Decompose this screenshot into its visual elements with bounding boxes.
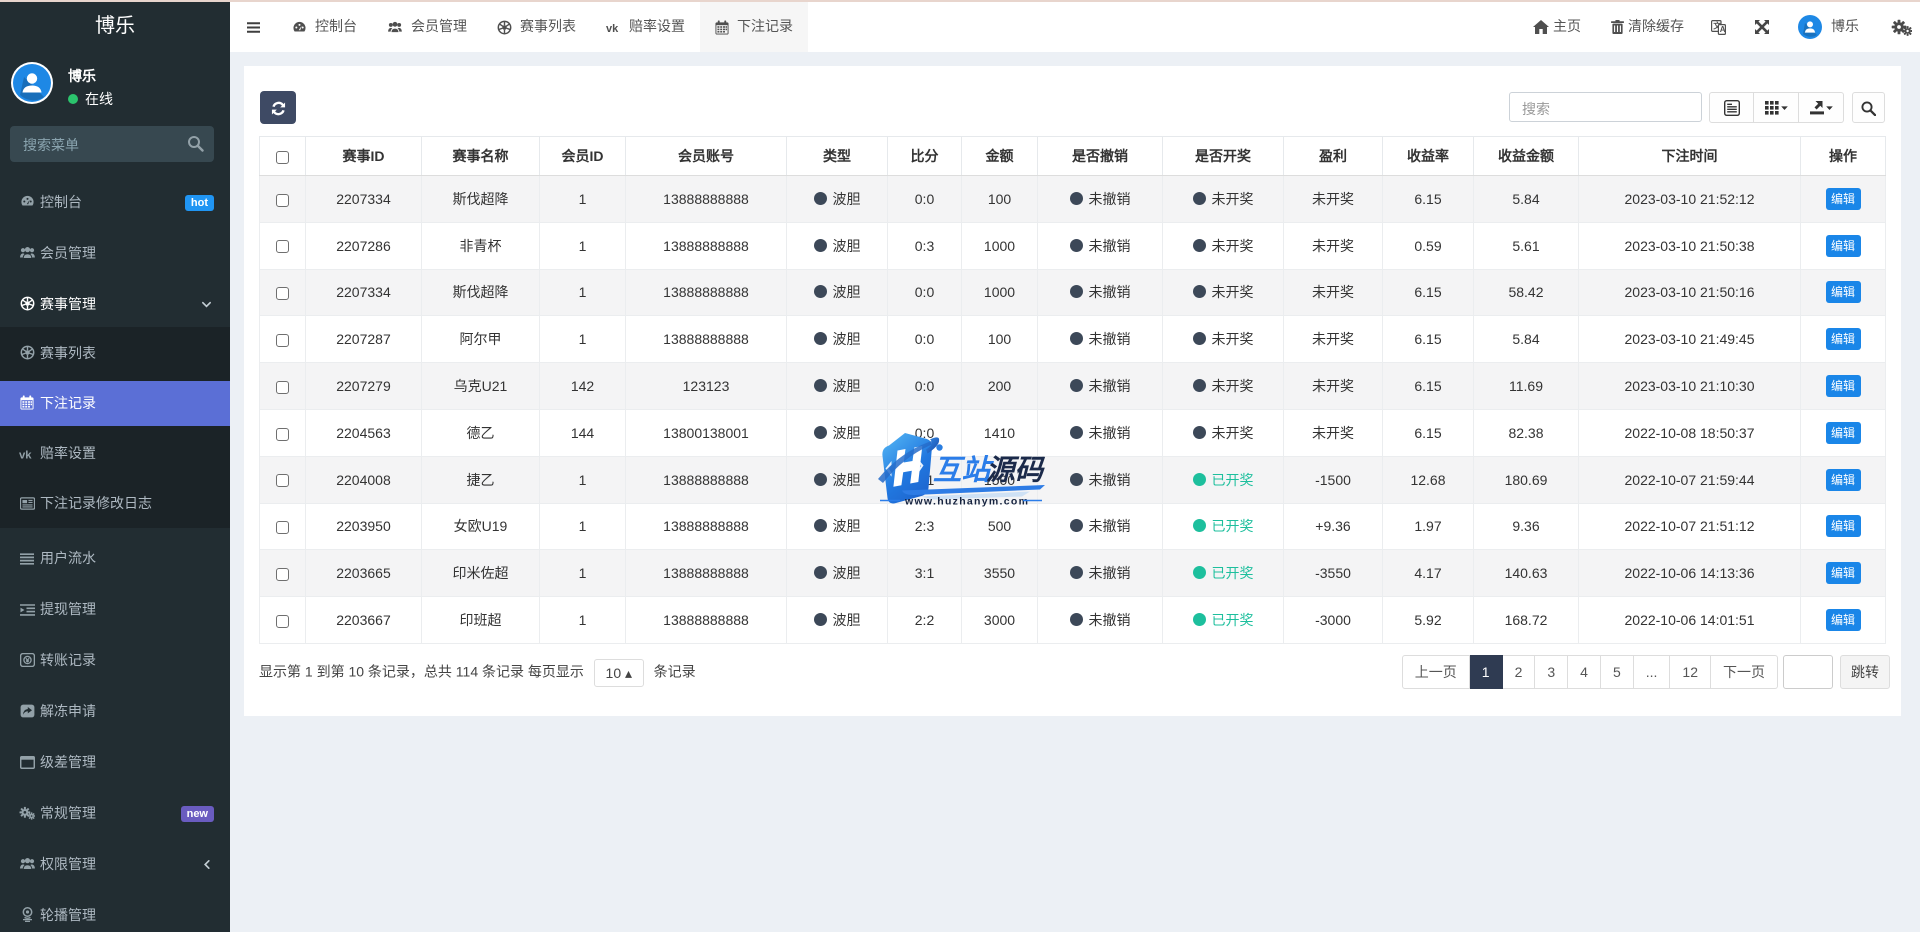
svg-text:A: A [1720,25,1726,34]
svg-text:www.huzhanym.com: www.huzhanym.com [904,496,1029,508]
svg-text:vk: vk [19,450,32,460]
svg-text:源码: 源码 [986,455,1046,487]
svg-text:vk: vk [606,23,619,33]
